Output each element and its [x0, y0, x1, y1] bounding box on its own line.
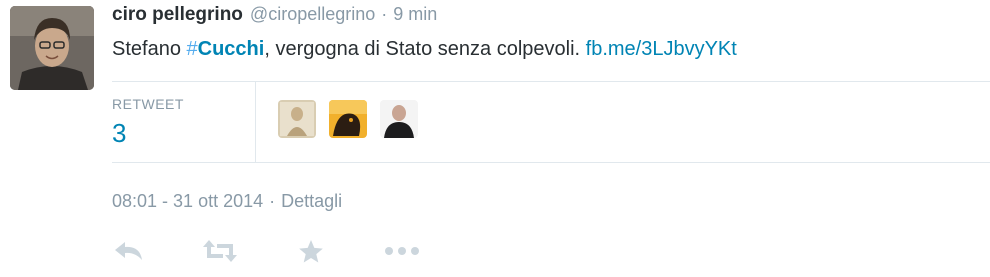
- retweet-button[interactable]: [202, 236, 238, 266]
- tweet-url-link[interactable]: fb.me/3LJbvyYKt: [586, 38, 737, 60]
- hashtag-symbol: #: [186, 38, 198, 60]
- retweeter-avatar-1-image: [278, 100, 316, 138]
- tweet-header: ciro pellegrino @ciropellegrino · 9 min: [112, 4, 437, 30]
- tweet-text: Stefano #Cucchi, vergogna di Stato senza…: [112, 36, 737, 62]
- retweeter-avatars: [278, 100, 418, 138]
- author-fullname[interactable]: ciro pellegrino: [112, 4, 243, 26]
- tweet-meta: 08:01 - 31 ott 2014 · Dettagli: [112, 191, 342, 212]
- retweet-icon: [203, 240, 237, 262]
- meta-separator: ·: [269, 191, 276, 211]
- reply-button[interactable]: [114, 236, 144, 266]
- avatar-photo: [10, 6, 94, 90]
- hashtag-word: Cucchi: [197, 38, 265, 60]
- retweeter-avatar[interactable]: [278, 100, 316, 138]
- header-separator: ·: [381, 4, 388, 24]
- tweet-timestamp[interactable]: 08:01 - 31 ott 2014: [112, 191, 263, 211]
- retweeter-avatar-2-image: [329, 100, 367, 138]
- details-link[interactable]: Dettagli: [281, 191, 342, 211]
- more-icon: [385, 247, 419, 255]
- retweeter-avatar-3-image: [380, 100, 418, 138]
- stats-bottom-divider: [112, 162, 990, 163]
- star-icon: [299, 239, 323, 262]
- retweeter-avatar[interactable]: [380, 100, 418, 138]
- stats-vertical-divider: [255, 82, 256, 162]
- retweeter-avatar[interactable]: [329, 100, 367, 138]
- more-button[interactable]: [384, 236, 420, 266]
- retweet-count: 3: [112, 118, 127, 148]
- avatar[interactable]: [10, 6, 94, 90]
- tweet-stats: RETWEET 3: [112, 82, 990, 162]
- reply-icon: [115, 242, 142, 260]
- retweet-label: RETWEET: [112, 96, 184, 112]
- tweet-text-middle: , vergogna di Stato senza colpevoli.: [264, 38, 586, 60]
- tweet-time[interactable]: 9 min: [393, 4, 437, 25]
- tweet-text-start: Stefano: [112, 38, 187, 60]
- hashtag-link[interactable]: #Cucchi: [187, 38, 265, 60]
- tweet: ciro pellegrino @ciropellegrino · 9 min …: [0, 0, 990, 277]
- author-username[interactable]: @ciropellegrino: [250, 4, 375, 25]
- favorite-button[interactable]: [298, 236, 324, 266]
